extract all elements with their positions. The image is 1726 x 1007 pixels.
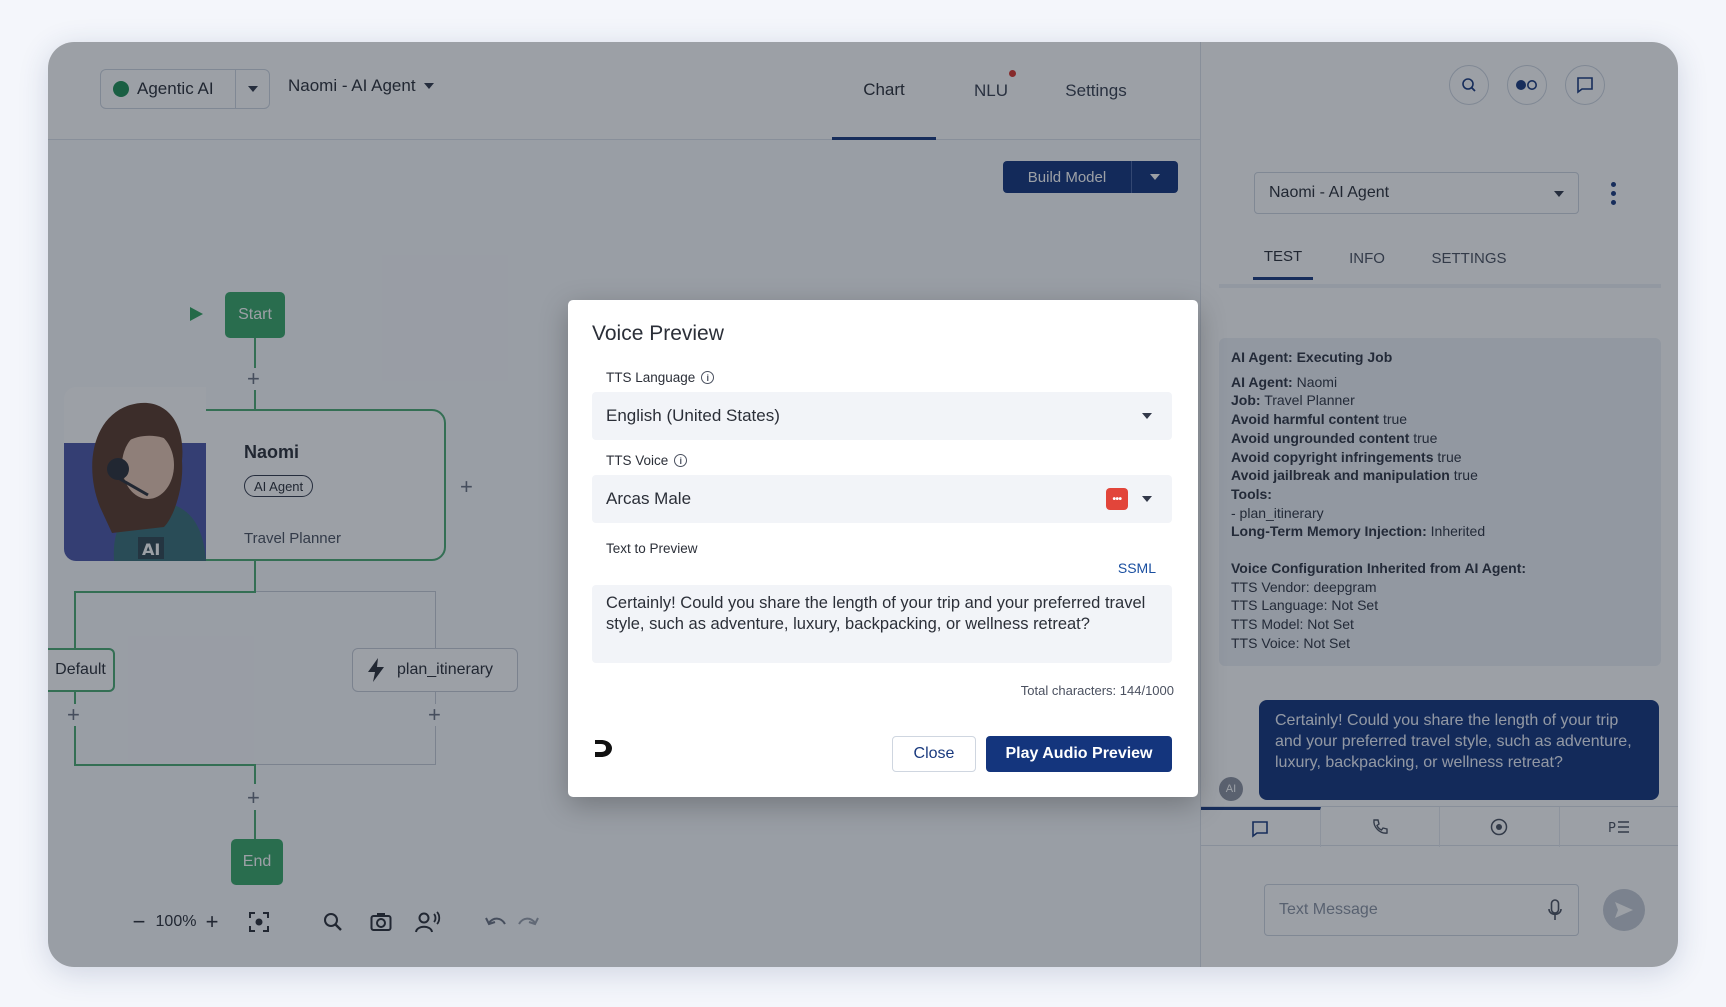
tts-voice-value: Arcas Male	[606, 489, 692, 508]
chevron-down-icon	[1142, 496, 1152, 502]
tts-voice-label: TTS Voice i	[606, 453, 688, 468]
info-icon[interactable]: i	[701, 371, 715, 384]
vendor-logo-icon	[592, 737, 614, 764]
play-audio-preview-button[interactable]: Play Audio Preview	[986, 736, 1172, 772]
voice-preview-dialog: Voice Preview TTS Language i English (Un…	[568, 300, 1198, 797]
tts-voice-select[interactable]: Arcas Male •••	[592, 475, 1172, 523]
voice-vendor-icon: •••	[1106, 488, 1128, 510]
character-count: Total characters: 144/1000	[1020, 683, 1174, 698]
tts-language-select[interactable]: English (United States)	[592, 392, 1172, 440]
tts-language-label: TTS Language i	[606, 370, 715, 385]
close-button[interactable]: Close	[892, 736, 976, 772]
tts-language-value: English (United States)	[606, 406, 780, 425]
info-icon[interactable]: i	[674, 454, 688, 467]
chevron-down-icon	[1142, 413, 1152, 419]
ssml-link[interactable]: SSML	[1118, 560, 1156, 576]
preview-text-area[interactable]: Certainly! Could you share the length of…	[592, 585, 1172, 663]
app-window: Agentic AI Naomi - AI Agent Chart NLU Se…	[48, 42, 1678, 967]
text-to-preview-label: Text to Preview	[606, 541, 698, 556]
dialog-title: Voice Preview	[592, 322, 724, 345]
